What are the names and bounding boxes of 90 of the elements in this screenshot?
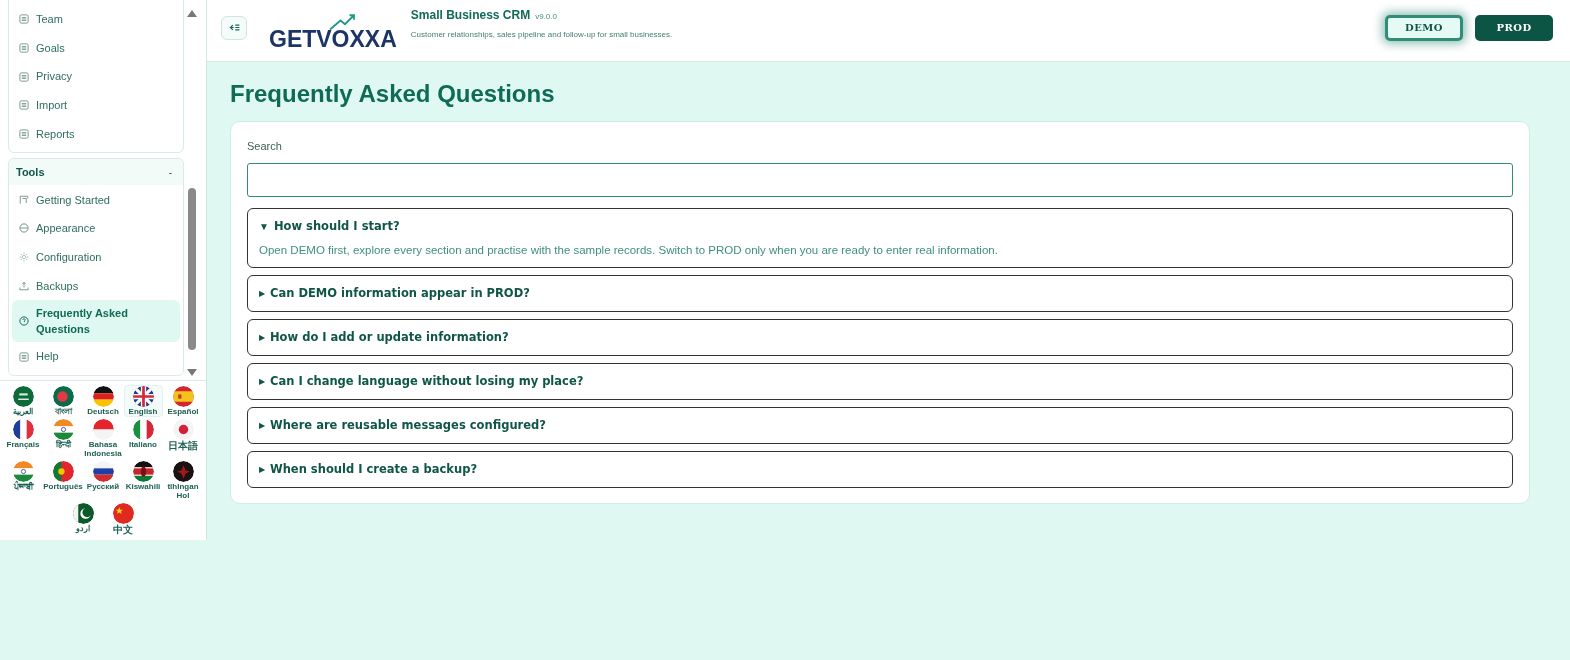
sidebar-item[interactable]: Goals	[12, 33, 180, 63]
document-icon	[18, 13, 30, 26]
language-button[interactable]: العربية	[3, 385, 43, 417]
flag-icon	[72, 503, 94, 524]
section-title: Tools	[16, 165, 45, 181]
app-subtitle: Customer relationships, sales pipeline and follow-up for small businesses.	[410, 29, 673, 41]
faq-item[interactable]: ▶ When should I create a backup?	[247, 450, 1513, 488]
disclosure-marker: ▶	[259, 331, 265, 344]
language-button[interactable]: ਪੰਜਾਬੀ	[3, 460, 43, 501]
faq-item[interactable]: ▶ Can I change language without losing my place?	[247, 362, 1513, 400]
flag-icon	[112, 503, 134, 524]
faq-item[interactable]: ▶ Where are reusable messages configured?	[247, 406, 1513, 444]
document-icon	[18, 350, 30, 363]
sidebar-item[interactable]: Backups	[12, 271, 180, 301]
faq-question: Can DEMO information appear in PROD?	[270, 285, 530, 301]
help-icon	[18, 315, 30, 328]
flag-icon	[132, 461, 154, 482]
flag-icon	[92, 461, 114, 482]
flag-icon	[132, 386, 154, 407]
language-button[interactable]: English	[123, 385, 163, 417]
disclosure-marker: ▶	[259, 375, 265, 388]
logo-text: GETVOXXA	[269, 26, 397, 51]
collapse-menu-icon	[227, 21, 241, 34]
sidebar-item[interactable]: Import	[12, 91, 180, 120]
language-button[interactable]: Français	[3, 418, 43, 459]
upload-icon	[18, 279, 30, 292]
language-button[interactable]: বাংলা	[43, 385, 83, 417]
disclosure-marker: ▶	[259, 419, 265, 432]
faq-question: How should I start?	[273, 218, 400, 234]
sun-icon	[18, 251, 30, 264]
flag-icon	[92, 419, 114, 440]
flag-icon	[172, 386, 194, 407]
app-title: Small Business CRM	[410, 7, 531, 24]
disclosure-marker: ▼	[259, 219, 269, 234]
language-button[interactable]: Italiano	[123, 418, 163, 459]
sidebar-item[interactable]: Privacy	[12, 62, 180, 92]
document-icon	[18, 42, 30, 55]
language-button[interactable]: اردو	[63, 502, 103, 536]
flag-icon	[12, 461, 34, 482]
sidebar-item[interactable]: Help	[12, 342, 180, 371]
flag-icon	[92, 386, 114, 407]
document-icon	[18, 128, 30, 141]
faq-question: How do I add or update information?	[270, 329, 509, 345]
flag-icon	[52, 461, 74, 482]
sidebar-item[interactable]: Getting Started	[12, 185, 180, 215]
trend-arrow-icon	[327, 12, 357, 31]
sidebar-item[interactable]: Appearance	[12, 214, 180, 243]
collapse-toggle[interactable]: -	[164, 164, 176, 180]
faq-question: When should I create a backup?	[270, 461, 478, 477]
flag-icon	[132, 419, 154, 440]
language-button[interactable]: Português	[43, 460, 83, 501]
palette-icon	[18, 222, 30, 235]
flag-icon	[172, 419, 194, 440]
flag-icon	[12, 386, 34, 407]
faq-question: Where are reusable messages configured?	[270, 417, 546, 433]
faq-item[interactable]: ▶ How do I add or update information?	[247, 318, 1513, 356]
version-label: v9.0.0	[535, 11, 557, 23]
card-icon	[18, 193, 30, 206]
language-button[interactable]: Español	[163, 385, 203, 417]
faq-answer: Open DEMO first, explore every section and practise with the sample records. Switch to PROD only when you are ready to enter real information.	[259, 242, 999, 257]
mode-button[interactable]: DEMO	[1385, 14, 1463, 41]
sidebar-item[interactable]: Frequently Asked Questions	[12, 300, 180, 343]
flag-icon	[172, 461, 194, 482]
search-field[interactable]	[247, 162, 1513, 197]
language-button[interactable]: 日本語	[163, 418, 203, 459]
disclosure-marker: ▶	[259, 463, 265, 476]
document-icon	[18, 70, 30, 83]
faq-item[interactable]: ▶ Can DEMO information appear in PROD?	[247, 274, 1513, 312]
search-label: Search	[247, 139, 283, 154]
language-button[interactable]: 中文	[103, 502, 143, 536]
disclosure-marker: ▶	[259, 287, 265, 300]
language-button[interactable]: Deutsch	[83, 385, 123, 417]
flag-icon	[12, 419, 34, 440]
language-button[interactable]: Русский	[83, 460, 123, 501]
sidebar-item[interactable]: Team	[12, 5, 180, 34]
flag-icon	[52, 419, 74, 440]
page-title: Frequently Asked Questions	[230, 80, 556, 108]
language-button[interactable]: हिन्दी	[43, 418, 83, 459]
faq-item[interactable]: ▼ How should I start? Open DEMO first, explore every section and practise with the sample records. Switch to PROD only when you are ready to enter real information.	[247, 207, 1513, 268]
scrollbar[interactable]	[187, 10, 197, 376]
language-button[interactable]: tlhIngan Hol	[163, 460, 203, 501]
document-icon	[18, 99, 30, 112]
flag-icon	[52, 386, 74, 407]
language-button[interactable]: Bahasa Indonesia	[83, 418, 123, 459]
faq-question: Can I change language without losing my place?	[270, 373, 584, 389]
language-button[interactable]: Kiswahili	[123, 460, 163, 501]
sidebar-item[interactable]: Reports	[12, 119, 180, 149]
sidebar-item[interactable]: Configuration	[12, 242, 180, 272]
sidebar-toggle-button[interactable]	[221, 15, 247, 40]
mode-button[interactable]: PROD	[1475, 14, 1553, 41]
